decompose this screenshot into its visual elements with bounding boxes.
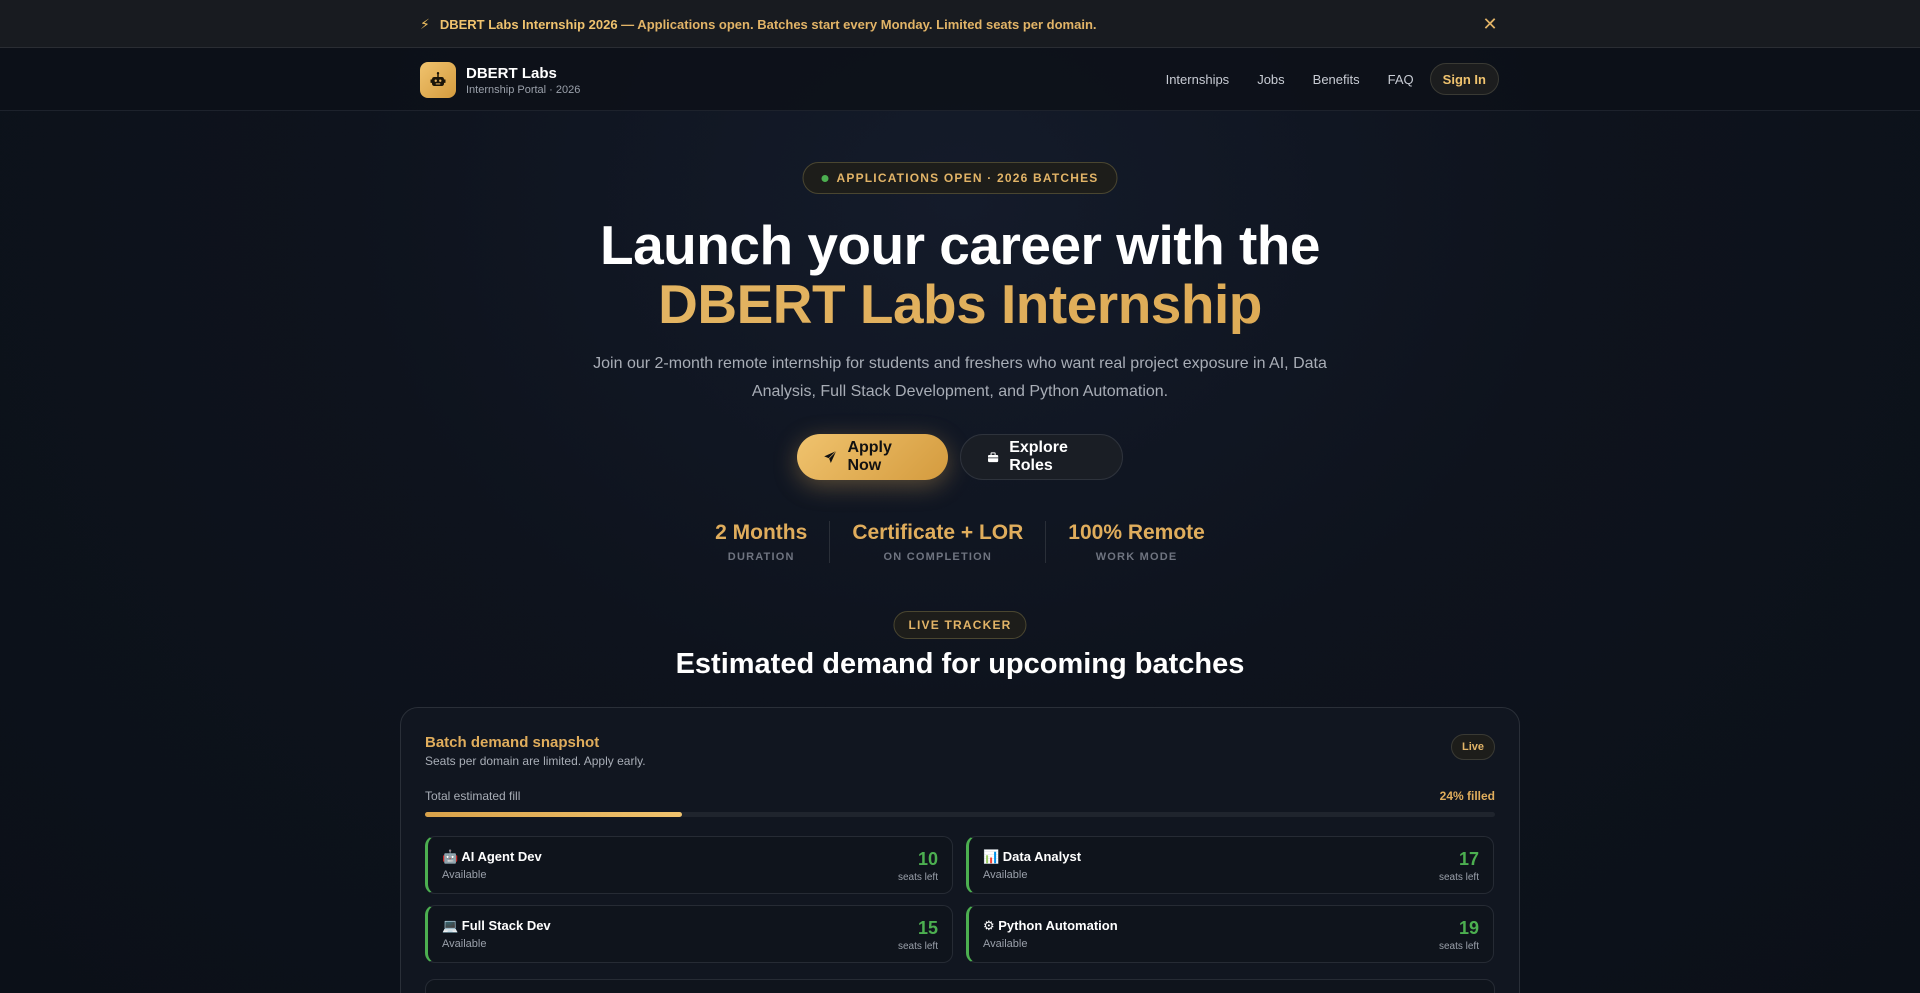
applications-badge-text: APPLICATIONS OPEN · 2026 BATCHES (836, 171, 1099, 185)
card-title: Batch demand snapshot (425, 734, 600, 751)
announcement-text: DBERT Labs Internship 2026 — Application… (440, 17, 1097, 32)
domain-seats-label: seats left (897, 872, 938, 883)
fill-percentage: 24% filled (1439, 789, 1495, 803)
domain-status: Available (442, 938, 487, 950)
hero-subtitle: Join our 2-month remote internship for s… (593, 355, 1327, 400)
stat-label: WORK MODE (1095, 551, 1178, 563)
announcement-content: ⚡ DBERT Labs Internship 2026 — Applicati… (420, 0, 1097, 48)
brand-subtitle: Internship Portal · 2026 (466, 83, 581, 96)
tracker-footer-strip (425, 979, 1495, 993)
domain-status: Available (983, 938, 1028, 950)
domain-name: 🤖 AI Agent Dev (442, 849, 542, 864)
bolt-icon: ⚡ (420, 15, 430, 32)
stat-value: 100% Remote (1068, 521, 1205, 544)
stat-label: ON COMPLETION (883, 551, 993, 563)
nav-links: Internships Jobs Benefits FAQ Sign In (1166, 63, 1499, 95)
stat-value: Certificate + LOR (852, 521, 1024, 544)
stat-label: DURATION (727, 551, 795, 563)
status-dot-icon (821, 174, 829, 182)
domain-seat-count: 10 (917, 849, 938, 869)
close-icon[interactable]: ✕ (1478, 12, 1502, 36)
briefcase-icon (988, 451, 999, 462)
stat-duration: 2 Months DURATION (693, 521, 831, 563)
applications-badge: APPLICATIONS OPEN · 2026 BATCHES (802, 162, 1118, 194)
domain-card-data-analyst[interactable]: 📊 Data Analyst Available 17 seats left (966, 836, 1494, 894)
fill-label: Total estimated fill (425, 789, 521, 803)
domain-status: Available (442, 869, 487, 881)
hero-title-line2: DBERT Labs Internship (0, 274, 1920, 334)
live-badge: Live (1450, 734, 1495, 760)
brand-name: DBERT Labs (466, 64, 557, 82)
domain-seats-label: seats left (1438, 941, 1479, 952)
card-subtitle: Seats per domain are limited. Apply earl… (425, 754, 646, 768)
stat-completion: Certificate + LOR ON COMPLETION (830, 521, 1047, 563)
navbar: DBERT Labs Internship Portal · 2026 Inte… (0, 48, 1920, 111)
live-tracker-badge: LIVE TRACKER (893, 611, 1027, 639)
domain-seats-label: seats left (1438, 872, 1479, 883)
hero-title-line1: Launch your career with the (599, 214, 1321, 276)
live-tracker-badge-text: LIVE TRACKER (908, 618, 1012, 632)
domain-name: 💻 Full Stack Dev (442, 918, 551, 933)
domain-card-ai-agent-dev[interactable]: 🤖 AI Agent Dev Available 10 seats left (425, 836, 953, 894)
brand[interactable]: DBERT Labs Internship Portal · 2026 (420, 62, 580, 98)
hero-stats: 2 Months DURATION Certificate + LOR ON C… (0, 521, 1920, 563)
apply-now-button[interactable]: Apply Now (797, 434, 948, 480)
fill-progress-bar (425, 812, 1495, 817)
announcement-strong: DBERT Labs Internship 2026 (439, 16, 618, 32)
batch-demand-card: Batch demand snapshot Seats per domain a… (400, 707, 1520, 993)
nav-link-jobs[interactable]: Jobs (1257, 72, 1284, 87)
domain-seat-count: 15 (917, 918, 938, 938)
domain-card-full-stack-dev[interactable]: 💻 Full Stack Dev Available 15 seats left (425, 905, 953, 963)
robot-icon (420, 62, 456, 98)
send-icon (824, 450, 837, 464)
nav-link-benefits[interactable]: Benefits (1313, 72, 1360, 87)
explore-roles-button[interactable]: Explore Roles (960, 434, 1123, 480)
domain-seats-label: seats left (897, 941, 938, 952)
domain-seat-count: 19 (1458, 918, 1479, 938)
brand-text: DBERT Labs Internship Portal · 2026 (466, 65, 580, 96)
nav-link-faq[interactable]: FAQ (1388, 72, 1414, 87)
sign-in-button[interactable]: Sign In (1429, 63, 1499, 95)
explore-roles-label: Explore Roles (1009, 439, 1068, 474)
stat-work-mode: 100% Remote WORK MODE (1046, 521, 1227, 563)
nav-link-internships[interactable]: Internships (1166, 72, 1230, 87)
stat-value: 2 Months (715, 521, 808, 544)
apply-now-label: Apply Now (847, 439, 892, 474)
domain-name: 📊 Data Analyst (983, 849, 1082, 864)
domain-card-python-automation[interactable]: ⚙ Python Automation Available 19 seats l… (966, 905, 1494, 963)
announcement-bar: ⚡ DBERT Labs Internship 2026 — Applicati… (0, 0, 1920, 48)
domain-status: Available (983, 869, 1028, 881)
domain-seat-count: 17 (1458, 849, 1479, 869)
announcement-body: — Applications open. Batches start every… (617, 16, 1097, 32)
tracker-section-title: Estimated demand for upcoming batches (675, 648, 1245, 680)
fill-progress-value (425, 812, 682, 817)
domain-name: ⚙ Python Automation (983, 918, 1118, 933)
